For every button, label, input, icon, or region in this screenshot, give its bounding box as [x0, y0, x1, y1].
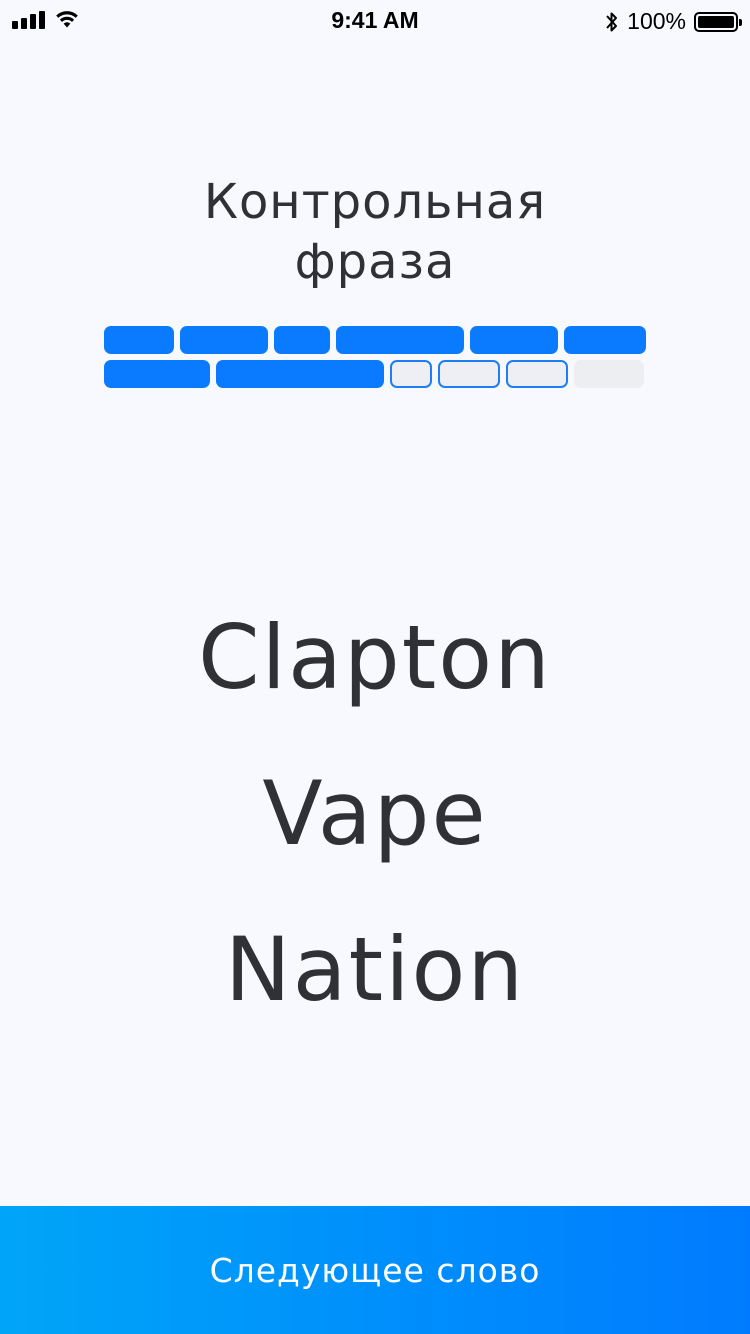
- next-word-button-label: Следующее слово: [209, 1250, 541, 1290]
- phrase-word: Nation: [224, 918, 526, 1021]
- progress-block: [336, 326, 464, 354]
- phrase-word: Clapton: [198, 606, 552, 709]
- battery-percent: 100%: [627, 8, 686, 34]
- page-title: Контрольная фраза: [0, 172, 750, 292]
- next-word-button[interactable]: Следующее слово: [0, 1206, 750, 1334]
- progress-block: [216, 360, 384, 388]
- progress-block: [564, 326, 646, 354]
- progress-block: [438, 360, 500, 388]
- phrase-word: Vape: [262, 762, 488, 865]
- status-bar: 9:41 AM 100%: [0, 0, 750, 40]
- status-right: 100%: [605, 8, 742, 35]
- progress-block: [470, 326, 558, 354]
- backup-phrase-screen: 9:41 AM 100% Контрольная фраза Clapton V…: [0, 0, 750, 1334]
- progress-block: [104, 360, 210, 388]
- progress-row-2: [104, 360, 646, 388]
- progress-block: [104, 326, 174, 354]
- progress-block: [274, 326, 330, 354]
- progress-block: [180, 326, 268, 354]
- page-title-line2: фраза: [294, 234, 456, 291]
- page-title-line1: Контрольная: [203, 174, 547, 231]
- progress-block: [390, 360, 432, 388]
- phrase-words: Clapton Vape Nation: [0, 580, 750, 1048]
- progress-row-1: [104, 326, 646, 354]
- progress-block: [506, 360, 568, 388]
- progress-block: [574, 360, 644, 388]
- battery-icon: [694, 11, 742, 32]
- bluetooth-icon: [606, 12, 618, 31]
